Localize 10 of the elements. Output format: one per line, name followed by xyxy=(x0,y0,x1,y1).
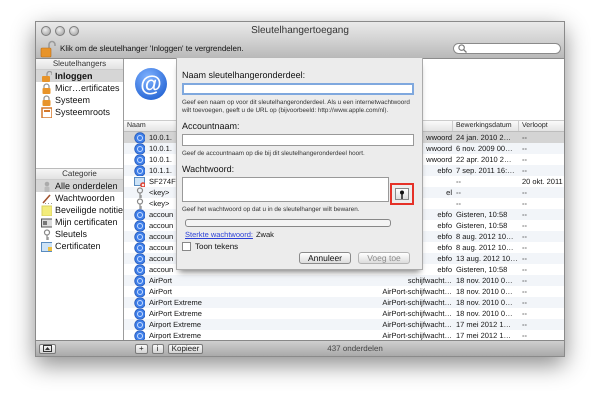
section-header: Sleutelhangers xyxy=(36,59,123,70)
at-sign-icon: @ xyxy=(134,67,168,101)
item-count: 437 onderdelen xyxy=(327,344,383,353)
checkbox-label: Toon tekens xyxy=(195,242,238,251)
field-label: Wachtwoord: xyxy=(182,164,236,175)
field-label: Naam sleutelhangeronderdeel: xyxy=(182,70,306,81)
window-title: Sleutelhangertoegang xyxy=(251,25,349,36)
lock-message: Klik om de sleutelhanger 'Inloggen' te vergrendelen. xyxy=(60,44,245,53)
section-header: Categorie xyxy=(36,169,123,180)
field-label: Accountnaam: xyxy=(182,121,241,132)
